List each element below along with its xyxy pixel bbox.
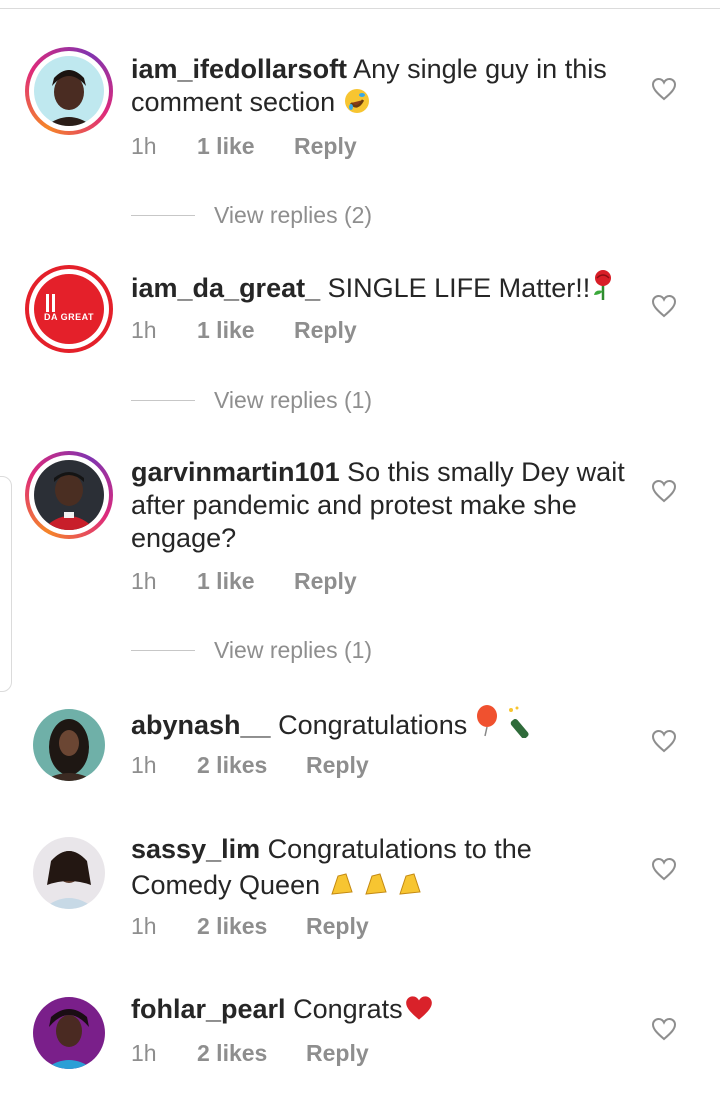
username[interactable]: garvinmartin101 — [131, 457, 340, 487]
reply-button[interactable]: Reply — [294, 566, 357, 596]
red-heart-emoji — [403, 994, 435, 1030]
avatar[interactable] — [33, 997, 105, 1069]
heart-icon[interactable] — [651, 857, 677, 881]
side-panel-edge — [0, 476, 12, 692]
rofl-emoji — [343, 87, 371, 123]
heart-icon[interactable] — [651, 294, 677, 318]
username[interactable]: sassy_lim — [131, 834, 260, 864]
username[interactable]: abynash__ — [131, 710, 271, 740]
reply-button[interactable]: Reply — [294, 131, 357, 161]
comment-time: 1h — [131, 1040, 157, 1066]
reply-button[interactable]: Reply — [306, 750, 369, 780]
balloon-champagne-emoji — [475, 704, 539, 746]
comment-time: 1h — [131, 568, 157, 594]
like-count[interactable]: 2 likes — [197, 1038, 267, 1068]
comment-time: 1h — [131, 913, 157, 939]
avatar[interactable] — [25, 47, 113, 135]
avatar[interactable] — [25, 451, 113, 539]
comment-time: 1h — [131, 317, 157, 343]
like-count[interactable]: 1 like — [197, 566, 255, 596]
heart-icon[interactable] — [651, 77, 677, 101]
heart-icon[interactable] — [651, 1017, 677, 1041]
comment-text: Congrats — [293, 994, 403, 1024]
comment-text: SINGLE LIFE Matter!! — [327, 273, 591, 303]
username[interactable]: fohlar_pearl — [131, 994, 286, 1024]
avatar-logo-text: DA GREAT — [44, 312, 94, 322]
username[interactable]: iam_ifedollarsoft — [131, 54, 347, 84]
reply-button[interactable]: Reply — [294, 315, 357, 345]
like-count[interactable]: 1 like — [197, 131, 255, 161]
reply-button[interactable]: Reply — [306, 911, 369, 941]
avatar[interactable]: DA GREAT — [25, 265, 113, 353]
like-count[interactable]: 1 like — [197, 315, 255, 345]
like-count[interactable]: 2 likes — [197, 750, 267, 780]
top-divider — [0, 0, 720, 9]
avatar[interactable] — [33, 837, 105, 909]
username[interactable]: iam_da_great_ — [131, 273, 320, 303]
comment-text: Congratulations — [278, 710, 468, 740]
heart-icon[interactable] — [651, 479, 677, 503]
comment-time: 1h — [131, 133, 157, 159]
rose-emoji — [590, 269, 616, 309]
clapping-hands-emoji — [328, 866, 428, 906]
comment-time: 1h — [131, 752, 157, 778]
heart-icon[interactable] — [651, 729, 677, 753]
like-count[interactable]: 2 likes — [197, 911, 267, 941]
reply-button[interactable]: Reply — [306, 1038, 369, 1068]
avatar[interactable] — [33, 709, 105, 781]
